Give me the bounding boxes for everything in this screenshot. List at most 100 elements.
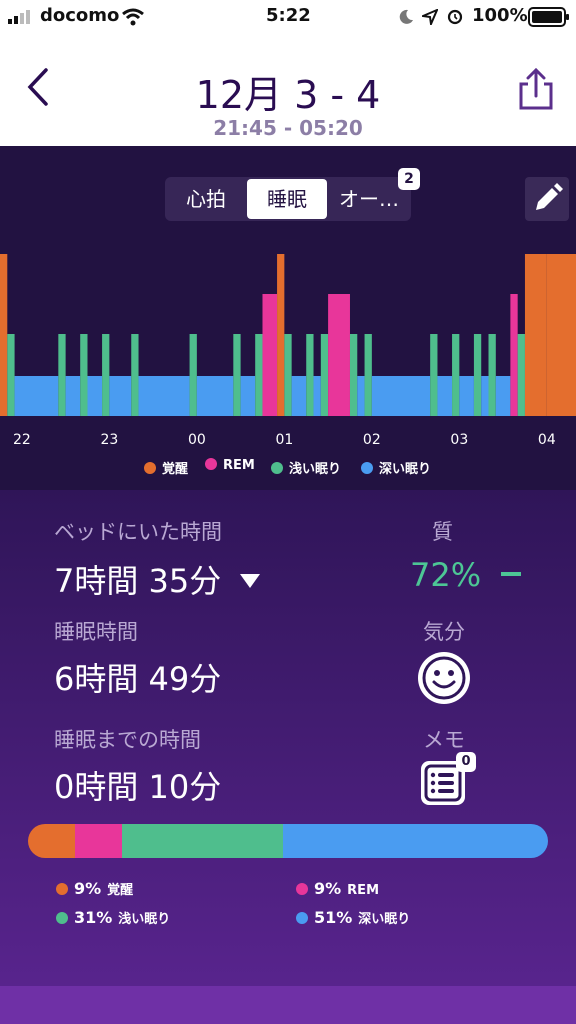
sleep-time-label: 睡眠時間 xyxy=(54,620,138,644)
sleep-segment-14 xyxy=(240,376,256,416)
sleep-latency-label: 睡眠までの時間 xyxy=(54,728,201,752)
sleep-time-value: 6時間 49分 xyxy=(54,660,222,698)
sleep-segment-19 xyxy=(291,376,307,416)
edit-button[interactable] xyxy=(525,177,569,221)
tab-heart-rate[interactable]: 心拍 xyxy=(167,179,245,219)
legend-label: 浅い眠り xyxy=(289,462,342,477)
deep-dot xyxy=(296,912,308,924)
deep-percent: 51% xyxy=(314,908,353,927)
legend-dot xyxy=(271,462,283,474)
legend-light-sleep: 浅い眠り xyxy=(271,458,341,477)
memo-count-badge: 0 xyxy=(456,752,476,772)
battery-icon xyxy=(528,7,569,27)
light-percent: 31% xyxy=(74,908,113,927)
clock: 5:22 xyxy=(266,5,311,26)
sleep-segment-16 xyxy=(262,294,278,416)
sleep-segment-37 xyxy=(517,334,525,416)
ratio-segment-2 xyxy=(121,824,283,858)
smiley-mood-icon[interactable] xyxy=(416,650,472,706)
carrier-name: docomo xyxy=(40,5,120,26)
sleep-segment-22 xyxy=(320,334,329,416)
battery-percent: 100% xyxy=(472,5,528,26)
rem-name: REM xyxy=(347,883,379,898)
sleep-segment-32 xyxy=(473,334,482,416)
light-percent-row: 31% 浅い眠り xyxy=(56,908,170,927)
sleep-segment-2 xyxy=(14,376,59,416)
bottom-strip xyxy=(0,986,576,1024)
wifi-icon xyxy=(122,8,144,26)
rem-dot xyxy=(296,883,308,895)
x-tick-label: 00 xyxy=(188,432,206,446)
tab-audio[interactable]: オー… xyxy=(329,179,409,219)
legend-dot xyxy=(361,462,373,474)
legend-dot xyxy=(144,462,156,474)
sleep-segment-3 xyxy=(58,334,66,416)
sleep-segment-24 xyxy=(349,334,358,416)
sleep-segment-25 xyxy=(357,376,365,416)
legend-label: REM xyxy=(223,458,255,473)
light-dot xyxy=(56,912,68,924)
mood-label: 気分 xyxy=(423,620,465,644)
sleep-stats-panel: ベッドにいた時間 7時間 35分 質 72% 睡眠時間 6時間 49分 気分 睡… xyxy=(0,490,576,1024)
sleep-segment-31 xyxy=(459,376,474,416)
legend-label: 覚醒 xyxy=(162,462,189,477)
time-range-subtitle: 21:45 - 05:20 xyxy=(213,116,363,140)
legend-dot xyxy=(205,458,217,470)
x-tick-label: 22 xyxy=(13,432,31,446)
sleep-chart-panel: 2223000102030405 心拍 睡眠 オー… 2 覚醒 REM 浅い眠り… xyxy=(0,146,576,490)
sleep-segment-30 xyxy=(452,334,460,416)
quality-trend-icon xyxy=(501,572,522,576)
sleep-segment-7 xyxy=(102,334,110,416)
ratio-segment-3 xyxy=(282,824,548,858)
share-icon[interactable] xyxy=(516,68,556,110)
sleep-segment-6 xyxy=(87,376,103,416)
location-icon xyxy=(422,9,438,25)
time-in-bed-text: 7時間 35分 xyxy=(54,562,222,600)
signal-icon xyxy=(8,10,30,24)
sleep-segment-11 xyxy=(189,334,197,416)
ratio-segment-1 xyxy=(74,824,122,858)
view-segmented-control: 心拍 睡眠 オー… xyxy=(165,177,411,221)
legend-awake: 覚醒 xyxy=(144,458,188,477)
sleep-segment-17 xyxy=(277,254,285,416)
sleep-segment-21 xyxy=(313,376,321,416)
sleep-segment-9 xyxy=(131,334,139,416)
awake-dot xyxy=(56,883,68,895)
sleep-segment-15 xyxy=(255,334,263,416)
sleep-segment-35 xyxy=(495,376,511,416)
quality-value: 72% xyxy=(410,556,522,594)
deep-percent-row: 51% 深い眠り xyxy=(296,908,410,927)
sleep-segment-29 xyxy=(437,376,453,416)
sleep-segment-12 xyxy=(196,376,234,416)
quality-label: 質 xyxy=(432,520,453,544)
sleep-segment-28 xyxy=(430,334,438,416)
tab-sleep[interactable]: 睡眠 xyxy=(247,179,327,219)
x-tick-label: 01 xyxy=(275,432,293,446)
pencil-icon xyxy=(536,183,563,210)
legend-deep-sleep: 深い眠り xyxy=(361,458,431,477)
sleep-segment-26 xyxy=(364,334,372,416)
sleep-segment-36 xyxy=(510,294,518,416)
rem-percent: 9% xyxy=(314,879,342,898)
awake-percent: 9% xyxy=(74,879,102,898)
legend-label: 深い眠り xyxy=(379,462,432,477)
quality-text: 72% xyxy=(410,556,482,594)
sleep-segment-1 xyxy=(7,334,15,416)
moon-icon xyxy=(399,9,413,24)
memo-label: メモ xyxy=(423,728,465,752)
ratio-segment-0 xyxy=(28,824,75,858)
sleep-segment-20 xyxy=(306,334,314,416)
x-tick-label: 02 xyxy=(363,432,381,446)
sleep-segment-33 xyxy=(481,376,489,416)
x-tick-label: 23 xyxy=(100,432,118,446)
rem-percent-row: 9% REM xyxy=(296,879,379,898)
sleep-segment-18 xyxy=(284,334,292,416)
sleep-segment-8 xyxy=(109,376,132,416)
sleep-segment-23 xyxy=(328,294,350,416)
time-in-bed-value[interactable]: 7時間 35分 xyxy=(54,556,261,602)
dropdown-triangle-icon xyxy=(240,574,261,588)
time-in-bed-label: ベッドにいた時間 xyxy=(54,520,222,544)
sleep-segment-34 xyxy=(488,334,496,416)
sleep-segment-38 xyxy=(524,254,547,416)
light-name: 浅い眠り xyxy=(118,912,171,927)
